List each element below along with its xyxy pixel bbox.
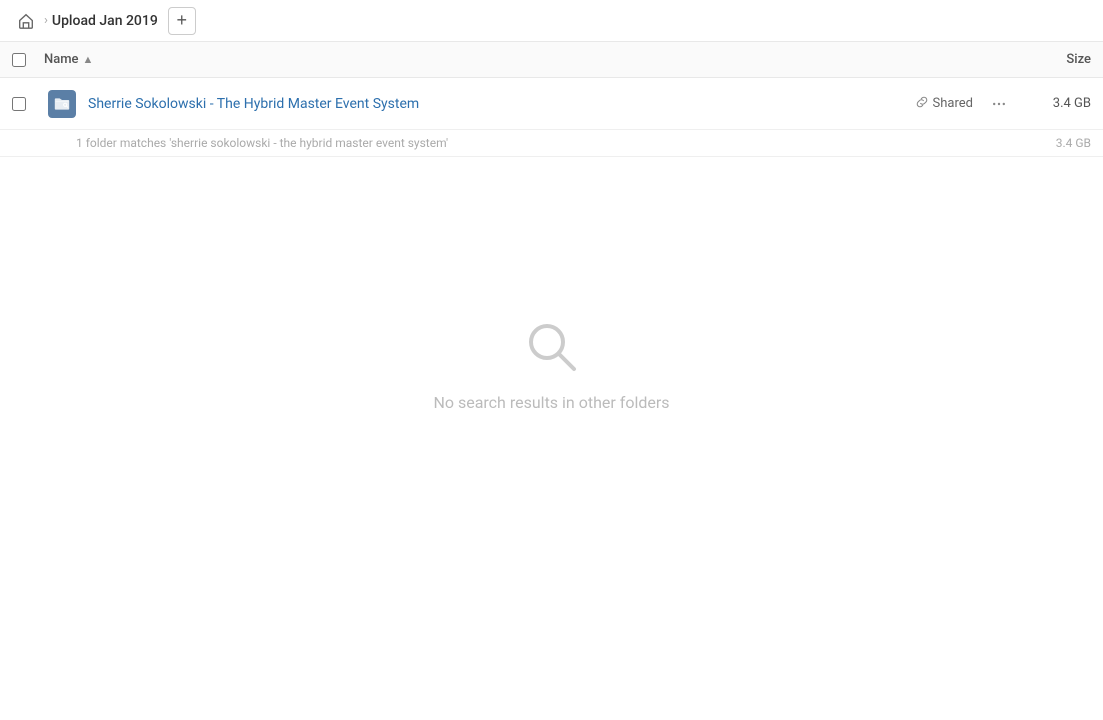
summary-size: 3.4 GB [1021, 136, 1091, 150]
file-size: 3.4 GB [1021, 96, 1091, 111]
name-column-header[interactable]: Name ▲ [44, 52, 1011, 67]
shared-label: Shared [933, 96, 973, 111]
size-column-header: Size [1011, 52, 1091, 67]
column-headers: Name ▲ Size [0, 42, 1103, 78]
no-results-section: No search results in other folders [0, 157, 1103, 412]
select-all-checkbox[interactable] [12, 53, 26, 67]
shared-badge: Shared [915, 95, 973, 113]
file-name: Sherrie Sokolowski - The Hybrid Master E… [88, 96, 915, 112]
home-icon [17, 12, 35, 30]
summary-text: 1 folder matches 'sherrie sokolowski - t… [76, 136, 1021, 150]
folder-icon [48, 90, 76, 118]
file-checkbox[interactable] [12, 97, 26, 111]
sort-arrow-icon: ▲ [83, 53, 94, 66]
breadcrumb-title: Upload Jan 2019 [52, 13, 158, 29]
breadcrumb-bar: › Upload Jan 2019 + [0, 0, 1103, 42]
header-checkbox-col [12, 53, 44, 67]
link-icon [915, 95, 929, 113]
file-icon-wrap [44, 90, 80, 118]
more-options-button[interactable] [985, 90, 1013, 118]
no-results-search-icon [522, 317, 582, 377]
breadcrumb-chevron: › [44, 13, 48, 28]
add-button[interactable]: + [168, 7, 196, 35]
file-row[interactable]: Sherrie Sokolowski - The Hybrid Master E… [0, 78, 1103, 130]
name-column-label: Name [44, 52, 79, 67]
no-results-message: No search results in other folders [433, 393, 669, 412]
summary-row: 1 folder matches 'sherrie sokolowski - t… [0, 130, 1103, 157]
home-button[interactable] [12, 7, 40, 35]
file-checkbox-col [12, 97, 44, 111]
